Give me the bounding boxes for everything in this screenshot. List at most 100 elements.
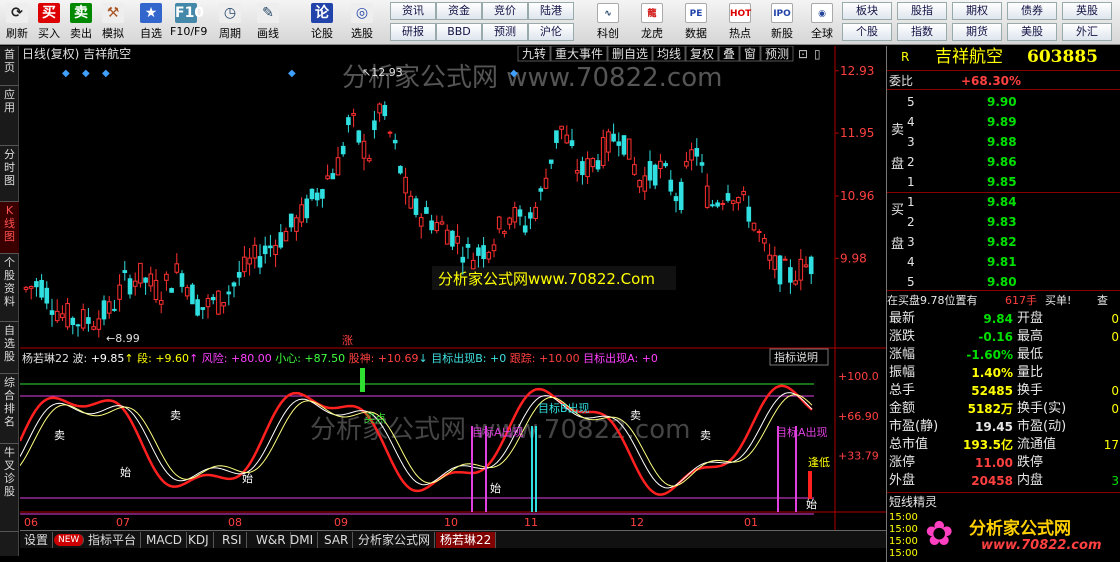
toolbar-market-link-2[interactable]: 期权 <box>952 2 1002 20</box>
candle-body <box>694 147 700 157</box>
toolbar-chart-button[interactable]: ∿ 科创 <box>588 2 628 42</box>
toolbar-link-0[interactable]: 资讯 <box>390 2 436 20</box>
kline-chart[interactable]: 日线(复权) 吉祥航空 九转 重大事件 删自选 均线 复权叠窗预测 ⊡ ▯ 12.93 11.95… <box>18 45 886 530</box>
toolbar-market-link-7[interactable]: 期货 <box>952 23 1002 41</box>
toolbar-data-button[interactable]: PE 数据 <box>676 2 716 42</box>
candle-body <box>372 120 377 131</box>
leftnav-item-3[interactable]: K线图 <box>0 202 19 254</box>
lock-icon[interactable]: ⊡ <box>798 47 808 61</box>
leftnav-char: 首 <box>4 48 15 61</box>
toolbar-link-1[interactable]: 资金 <box>436 2 482 20</box>
toolbar-market-link-4[interactable]: 英股 <box>1062 2 1112 20</box>
candle-body <box>626 138 632 160</box>
toolbar-market-link-1[interactable]: 股指 <box>897 2 947 20</box>
toolbar-star-button[interactable]: ★ 自选 <box>135 2 167 42</box>
toolbar-hammer-button[interactable]: ⚒ 模拟 <box>97 2 129 42</box>
toolbar-link-5[interactable]: BBD <box>436 23 482 41</box>
stat-value: -0.16 <box>978 330 1013 344</box>
stat-row: 市盈(静) 19.45 市盈(动) <box>887 418 1120 436</box>
toolbar-pen-button[interactable]: ✎ 画线 <box>252 2 284 42</box>
buy-signal-bar <box>360 368 365 392</box>
candle-body <box>268 245 273 249</box>
candle-body <box>450 230 455 247</box>
leftnav-char: 料 <box>4 295 15 308</box>
position-query[interactable]: 查 <box>1097 291 1108 311</box>
toolbar-ipo-button[interactable]: IPO 新股 <box>762 2 802 42</box>
clock-icon: ◷ <box>219 3 241 23</box>
toolbar-market-link-8[interactable]: 美股 <box>1007 23 1057 41</box>
toolbar-label: 数据 <box>685 27 707 40</box>
toolbar-fire-button[interactable]: HOT 热点 <box>720 2 760 42</box>
tab-2[interactable]: 指标平台 <box>84 532 142 548</box>
toolbar-refresh-button[interactable]: ⟳ 刷新 <box>1 2 33 42</box>
expand-icon[interactable]: ▯ <box>814 47 821 61</box>
toolbar-dragon-button[interactable]: 龍龙虎 <box>632 2 672 42</box>
stat-label: 涨幅 <box>889 347 916 362</box>
tab-3[interactable]: MACD <box>142 532 187 548</box>
toolbar-link-4[interactable]: 研报 <box>390 23 436 41</box>
toolbar-market-link-0[interactable]: 板块 <box>842 2 892 20</box>
leftnav-item-0[interactable]: 首页 <box>0 46 19 86</box>
toolbar-market-link-5[interactable]: 个股 <box>842 23 892 41</box>
candle-body <box>122 270 128 274</box>
toolbar-buy-button[interactable]: 买买入 <box>33 2 65 42</box>
candle-body <box>590 157 596 168</box>
toolbar-target-button[interactable]: ◎ 选股 <box>346 2 378 42</box>
leftnav-item-5[interactable]: 自选股 <box>0 322 19 374</box>
candle-body <box>429 220 434 231</box>
candle-body <box>517 209 523 217</box>
leftnav-item-6[interactable]: 综合排名 <box>0 374 19 444</box>
leftnav-char: 合 <box>4 389 15 402</box>
toolbar-clock-button[interactable]: ◷ 周期 <box>214 2 246 42</box>
leftnav-item-4[interactable]: 个股资料 <box>0 254 19 322</box>
date-label: 12 <box>630 516 644 529</box>
toolbar-label: 模拟 <box>102 27 124 40</box>
toolbar-market-link-3[interactable]: 债券 <box>1007 2 1057 20</box>
toolbar-link-6[interactable]: 预测 <box>482 23 528 41</box>
weibi-label: 委比 <box>889 74 914 88</box>
level-index: 5 <box>907 95 915 109</box>
candle-body <box>746 206 752 222</box>
sell-mark: 卖 <box>170 409 181 422</box>
toolbar-document-button[interactable]: F10 F10/F9 <box>170 2 207 42</box>
leftnav-item-2[interactable]: 分时图 <box>0 146 19 202</box>
toolbar-comment-button[interactable]: 论论股 <box>306 2 338 42</box>
leftnav-item-7[interactable]: 牛叉诊股 <box>0 444 19 532</box>
candle-body <box>242 256 247 273</box>
candle-body <box>387 131 393 134</box>
toolbar-globe-button[interactable]: ◉ 全球 <box>802 2 842 42</box>
chart-area[interactable]: 日线(复权) 吉祥航空 九转 重大事件 删自选 均线 复权叠窗预测 ⊡ ▯ 12.93 11.95… <box>18 45 886 530</box>
toolbar-link-7[interactable]: 沪伦 <box>528 23 574 41</box>
tab-0[interactable]: 设置 <box>20 532 54 548</box>
tab-5[interactable]: RSI <box>218 532 247 548</box>
tab-6[interactable]: W&R <box>252 532 291 548</box>
indicator-header-part: ↓ 目标出现B: <box>419 351 490 365</box>
level-price: 9.81 <box>987 255 1017 269</box>
toolbar-market-link-9[interactable]: 外汇 <box>1062 23 1112 41</box>
candle-body <box>798 258 804 281</box>
sell-level-row: 3 9.88 <box>887 132 1120 152</box>
tab-1[interactable]: NEW <box>54 534 85 546</box>
logo-text: 分析家公式网 <box>969 519 1071 539</box>
toolbar-market-link-6[interactable]: 指数 <box>897 23 947 41</box>
date-label: 08 <box>228 516 242 529</box>
level-price: 9.89 <box>987 115 1017 129</box>
leftnav-char: 资 <box>4 282 15 295</box>
tab-4[interactable]: KDJ <box>184 532 214 548</box>
tab-9[interactable]: 分析家公式网 <box>354 532 436 548</box>
candle-body <box>91 326 96 330</box>
tab-7[interactable]: DMI <box>286 532 319 548</box>
tab-8[interactable]: SAR <box>320 532 354 548</box>
candle-body <box>148 273 154 287</box>
candle-body <box>70 317 76 325</box>
toolbar-link-3[interactable]: 陆港 <box>528 2 574 20</box>
toolbar-link-2[interactable]: 竞价 <box>482 2 528 20</box>
indicator-header-part: 小心: <box>272 352 305 365</box>
toolbar-sell-button[interactable]: 卖卖出 <box>65 2 97 42</box>
elf-title[interactable]: 短线精灵 <box>889 493 937 511</box>
tab-10[interactable]: 杨若琳22 <box>436 532 497 548</box>
toolbar-label: 自选 <box>140 27 162 40</box>
stat-label: 最新 <box>889 311 916 326</box>
stat-value: 20458 <box>971 474 1013 488</box>
leftnav-item-1[interactable]: 应用 <box>0 86 19 146</box>
